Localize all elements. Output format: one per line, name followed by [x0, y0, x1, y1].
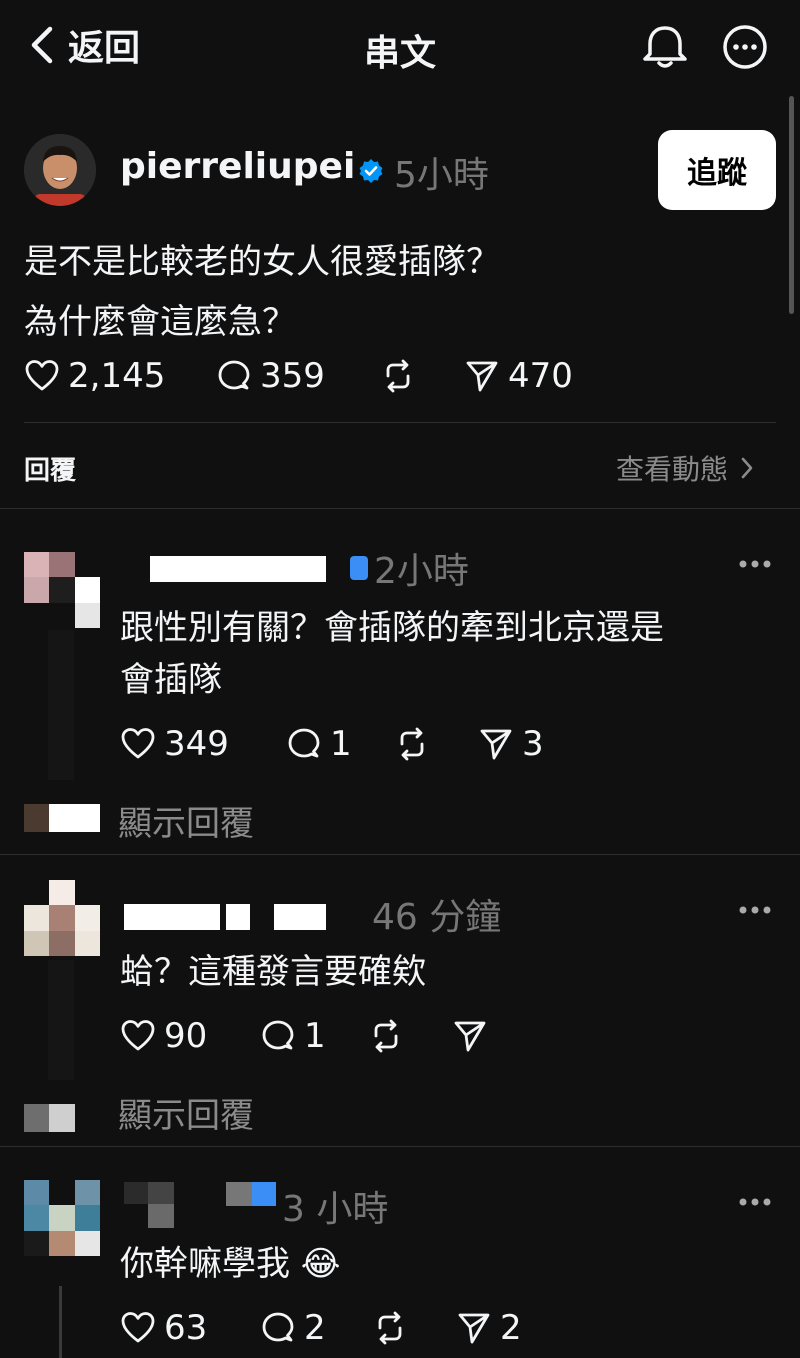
share-count: 2: [500, 1308, 522, 1348]
like-action[interactable]: 349: [120, 724, 286, 764]
divider: [0, 1146, 800, 1147]
commenter-username-redacted: [274, 904, 326, 930]
author-photo: [24, 134, 96, 206]
show-replies-link[interactable]: 顯示回覆: [118, 1088, 254, 1137]
share-action[interactable]: 470: [464, 356, 573, 396]
comment-icon: [262, 1312, 294, 1342]
comment-action[interactable]: 2: [260, 1308, 372, 1348]
reply-avatars: [24, 1104, 100, 1132]
share-count: 470: [508, 356, 573, 396]
post-actions: 2,145 359 470: [24, 354, 573, 398]
post-text-line: 為什麼會這麼急？: [24, 302, 296, 342]
scrollbar[interactable]: [789, 96, 794, 314]
share-icon: [454, 1021, 486, 1052]
thread-line: [59, 1286, 62, 1358]
chevron-right-icon: [741, 457, 753, 479]
post-text-line: 是不是比較老的女人很愛插隊？: [24, 242, 500, 282]
like-action[interactable]: 2,145: [24, 356, 216, 396]
repost-action[interactable]: [394, 726, 478, 762]
comment-text-line: 跟性別有關？會插隊的牽到北京還是: [120, 608, 664, 648]
repost-icon: [400, 727, 424, 761]
top-bar: 返回 串文: [0, 0, 800, 96]
share-action[interactable]: [452, 1018, 496, 1054]
comment-icon: [262, 1020, 294, 1050]
post-timestamp: 5小時: [394, 155, 489, 196]
bell-icon[interactable]: [640, 24, 690, 70]
commenter-username-redacted: [226, 904, 250, 930]
share-action[interactable]: 2: [456, 1308, 522, 1348]
commenter-username-redacted[interactable]: [124, 904, 220, 930]
replies-heading: 回覆: [24, 456, 77, 486]
verified-badge-icon: [252, 1182, 276, 1206]
commenter-username-redacted[interactable]: [124, 1182, 174, 1228]
divider: [0, 854, 800, 855]
share-icon: [480, 729, 512, 760]
repost-icon: [374, 1019, 398, 1053]
comment-count: 1: [330, 724, 352, 764]
comment-timestamp: 2小時: [374, 551, 469, 592]
verified-badge-icon: [359, 159, 383, 183]
repost-action[interactable]: [368, 1018, 452, 1054]
verified-badge-icon: [350, 556, 368, 580]
more-options-icon[interactable]: [722, 24, 768, 70]
divider: [0, 508, 800, 509]
commenter-avatar[interactable]: [24, 552, 100, 628]
more-icon[interactable]: [738, 905, 772, 915]
reply-avatars: [24, 804, 100, 832]
repost-action[interactable]: [380, 358, 464, 394]
heart-icon: [121, 1020, 155, 1051]
author-username[interactable]: pierreliupei: [120, 146, 355, 187]
comment-text-line: 會插隊: [120, 660, 222, 700]
comment-timestamp: 46 分鐘: [372, 897, 502, 938]
thread-line: [48, 960, 74, 1080]
comment-action[interactable]: 1: [286, 724, 394, 764]
more-icon[interactable]: [738, 559, 772, 569]
share-icon: [466, 361, 498, 392]
like-count: 349: [164, 724, 229, 764]
comment-timestamp: 3 小時: [282, 1189, 389, 1230]
repost-action[interactable]: [372, 1310, 456, 1346]
comment-icon: [288, 728, 320, 758]
comment-count: 359: [260, 356, 325, 396]
thread-line: [48, 630, 74, 780]
share-icon: [458, 1313, 490, 1344]
comment-count: 2: [304, 1308, 326, 1348]
like-action[interactable]: 63: [120, 1308, 260, 1348]
share-count: 3: [522, 724, 544, 764]
like-count: 2,145: [68, 356, 166, 396]
like-count: 90: [164, 1016, 208, 1056]
repost-icon: [386, 359, 410, 393]
more-icon[interactable]: [738, 1197, 772, 1207]
commenter-username-redacted[interactable]: [150, 556, 326, 582]
comment-text-line: 蛤？這種發言要確欸: [120, 952, 426, 992]
commenter-avatar[interactable]: [24, 880, 100, 956]
heart-icon: [121, 1312, 155, 1343]
comment-action[interactable]: 359: [216, 356, 380, 396]
divider: [24, 422, 776, 423]
share-action[interactable]: 3: [478, 724, 544, 764]
heart-icon: [121, 728, 155, 759]
heart-icon: [25, 360, 59, 391]
comment-count: 1: [304, 1016, 326, 1056]
commenter-avatar[interactable]: [24, 1180, 100, 1256]
comment-actions: 349 1 3: [120, 722, 544, 766]
comment-text-line: 你幹嘛學我 😂: [120, 1244, 341, 1284]
repost-icon: [378, 1311, 402, 1345]
comment-actions: 63 2 2: [120, 1306, 522, 1350]
view-activity-label: 查看動態: [616, 453, 729, 486]
author-avatar[interactable]: [24, 134, 96, 206]
comment-icon: [218, 360, 250, 390]
follow-button[interactable]: 追蹤: [658, 130, 776, 210]
comment-action[interactable]: 1: [260, 1016, 368, 1056]
like-count: 63: [164, 1308, 208, 1348]
commenter-username-redacted: [226, 1182, 252, 1206]
comment-actions: 90 1: [120, 1014, 496, 1058]
like-action[interactable]: 90: [120, 1016, 260, 1056]
show-replies-link[interactable]: 顯示回覆: [118, 796, 254, 845]
view-activity-link[interactable]: 查看動態: [616, 448, 754, 488]
